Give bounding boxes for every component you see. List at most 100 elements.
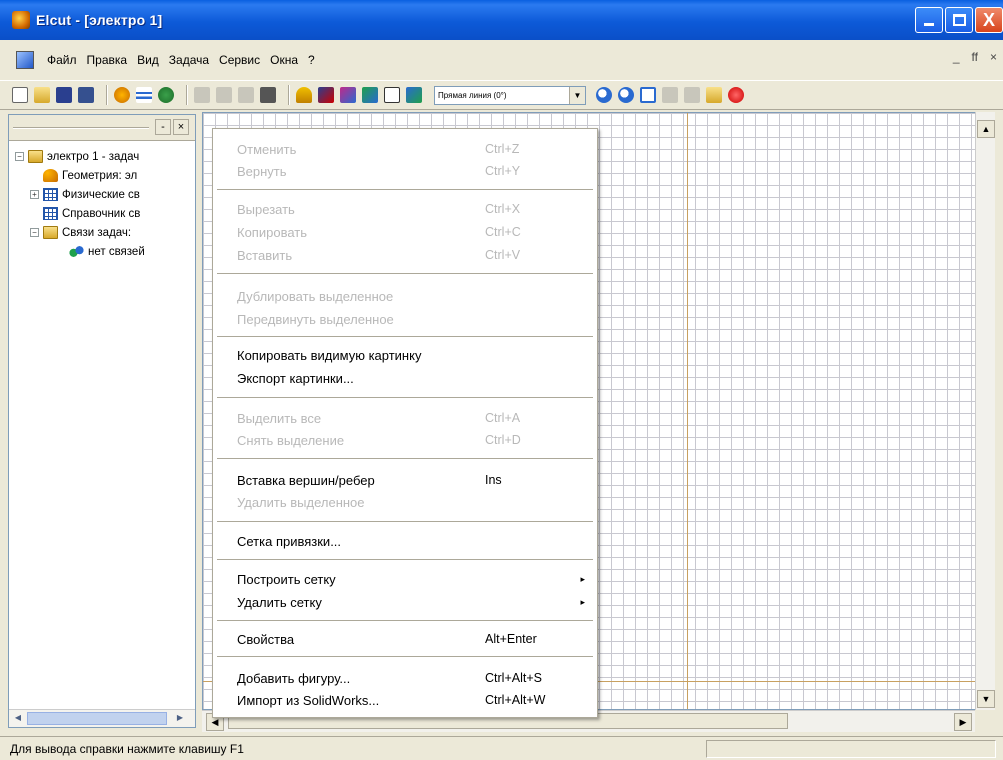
panel-close-button[interactable]: × [173,119,189,135]
mdi-minimize-button[interactable]: _ [953,50,960,64]
menu-item-paste[interactable]: Вставить Ctrl+V [213,245,597,265]
tree-item-label: Физические св [62,188,140,201]
collapse-icon[interactable]: − [30,228,39,237]
menu-item-label: Снять выделение [237,432,345,448]
scroll-thumb[interactable] [27,712,167,725]
title-bar[interactable]: Elcut - [электро 1] X [0,0,1003,40]
panel-grip[interactable] [13,127,149,129]
menu-item-build-mesh[interactable]: Построить сетку ▸ [213,569,597,589]
collapse-icon[interactable]: − [15,152,24,161]
submenu-arrow-icon: ▸ [580,573,585,584]
context-help-icon[interactable] [318,87,334,103]
menu-item-shortcut: Ctrl+X [485,202,521,216]
zoom-in-icon[interactable] [596,87,612,103]
zoom-out-icon[interactable] [618,87,634,103]
chevron-down-icon[interactable]: ▼ [569,86,585,104]
edge-icon[interactable] [406,87,422,103]
menu-item-undo[interactable]: Отменить Ctrl+Z [213,139,597,159]
document-icon[interactable] [16,51,34,69]
menu-item-snap-grid[interactable]: Сетка привязки... [213,531,597,551]
menu-item-delete-selected[interactable]: Удалить выделенное [213,492,597,512]
copy-icon[interactable] [216,87,232,103]
menu-help[interactable]: ? [303,51,320,69]
mdi-close-button[interactable]: × [990,50,997,64]
minimize-icon [924,23,934,26]
menu-item-copy[interactable]: Копировать Ctrl+C [213,222,597,242]
menu-item-label: Построить сетку [237,571,336,587]
print-icon[interactable] [260,87,276,103]
menu-view[interactable]: Вид [132,51,164,69]
window-title: Elcut - [электро 1] [36,12,163,28]
link-icon [69,245,84,258]
menu-item-select-all[interactable]: Выделить все Ctrl+A [213,408,597,428]
zoom-extents-icon[interactable] [640,87,656,103]
menu-item-label: Передвинуть выделенное [237,311,394,327]
menu-bar: Файл Правка Вид Задача Сервис Окна ? _ f… [0,40,1003,80]
menu-separator [217,397,593,399]
scroll-up-icon[interactable]: ▲ [977,120,995,138]
menu-windows[interactable]: Окна [265,51,303,69]
panel-minimize-button[interactable]: - [155,119,171,135]
expand-icon[interactable]: + [30,190,39,199]
open-folder-icon[interactable] [34,87,50,103]
minimize-button[interactable] [915,7,943,33]
tree-item-links[interactable]: − Связи задач: [9,223,195,242]
menu-item-label: Вставка вершин/ребер [237,472,375,488]
menu-item-label: Экспорт картинки... [237,370,354,386]
menu-item-import-solidworks[interactable]: Импорт из SolidWorks... Ctrl+Alt+W [213,690,597,710]
tree-item-no-links[interactable]: нет связей [9,242,195,261]
cut-icon[interactable] [194,87,210,103]
menu-item-add-shape[interactable]: Добавить фигуру... Ctrl+Alt+S [213,668,597,688]
menu-item-deselect[interactable]: Снять выделение Ctrl+D [213,430,597,450]
copy-picture-icon[interactable] [340,87,356,103]
tree-item-geometry[interactable]: Геометрия: эл [9,166,195,185]
maximize-button[interactable] [945,7,973,33]
menu-item-insert-vertices[interactable]: Вставка вершин/ребер Ins [213,470,597,490]
tree-item-root[interactable]: − электро 1 - задач [9,147,195,166]
save-icon[interactable] [56,87,72,103]
scroll-left-icon[interactable]: ◀ [11,712,25,725]
menu-item-properties[interactable]: Свойства Alt+Enter [213,629,597,649]
new-file-icon[interactable] [12,87,28,103]
save-all-icon[interactable] [78,87,94,103]
tree-item-physics[interactable]: + Физические св [9,185,195,204]
menu-file[interactable]: Файл [42,51,82,69]
menu-item-redo[interactable]: Вернуть Ctrl+Y [213,161,597,181]
status-pane [706,740,996,758]
menu-task[interactable]: Задача [164,51,214,69]
tree-item-library[interactable]: Справочник св [9,204,195,223]
solve-icon[interactable] [158,87,174,103]
scroll-down-icon[interactable]: ▼ [977,690,995,708]
menu-separator [217,559,593,561]
close-button[interactable]: X [975,7,1003,33]
menu-item-export-picture[interactable]: Экспорт картинки... [213,368,597,388]
line-type-select[interactable]: Прямая линия (0°) ▼ [434,85,586,105]
menu-item-duplicate[interactable]: Дублировать выделенное [213,286,597,306]
menu-edit[interactable]: Правка [82,51,133,69]
geometry-icon[interactable] [114,87,130,103]
scroll-right-icon[interactable]: ▶ [173,712,187,725]
stop-icon[interactable] [728,87,744,103]
select-arrow-icon[interactable] [384,87,400,103]
table-icon [43,188,58,201]
equals-icon[interactable] [136,87,152,103]
menu-item-copy-picture[interactable]: Копировать видимую картинку [213,345,597,365]
scroll-right-icon[interactable]: ▶ [954,713,972,731]
menu-item-cut[interactable]: Вырезать Ctrl+X [213,199,597,219]
copy-icon-2[interactable] [706,87,722,103]
menu-item-shortcut: Ctrl+V [485,248,521,262]
paste-icon[interactable] [238,87,254,103]
mesh-delete-icon[interactable] [684,87,700,103]
grid-icon[interactable] [362,87,378,103]
help-icon[interactable] [296,87,312,103]
menu-service[interactable]: Сервис [214,51,265,69]
mdi-restore-button[interactable]: ff [972,50,978,64]
mesh-build-icon[interactable] [662,87,678,103]
panel-horizontal-scrollbar[interactable]: ◀ ▶ [9,709,195,727]
menu-item-label: Отменить [237,141,297,157]
menu-separator [217,656,593,658]
context-menu: Отменить Ctrl+Z Вернуть Ctrl+Y Вырезать … [212,128,598,718]
menu-item-move[interactable]: Передвинуть выделенное [213,309,597,329]
menu-item-delete-mesh[interactable]: Удалить сетку ▸ [213,592,597,612]
vertical-scrollbar[interactable]: ▲ ▼ [975,112,995,710]
